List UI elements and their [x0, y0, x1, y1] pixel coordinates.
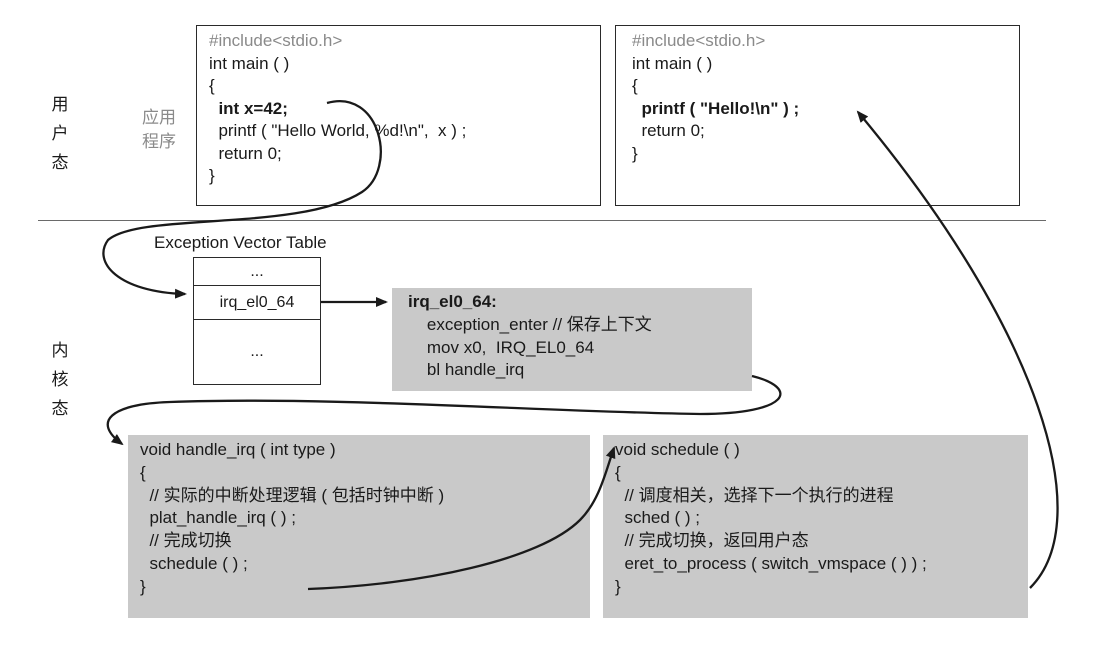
arrow-handler-to-handle-irq — [106, 374, 782, 446]
flow-arrows — [102, 100, 1059, 591]
arrow-schedule-call — [307, 446, 616, 591]
arrow-interrupt-to-vector-table — [102, 100, 382, 299]
arrow-return-to-user — [856, 110, 1059, 589]
